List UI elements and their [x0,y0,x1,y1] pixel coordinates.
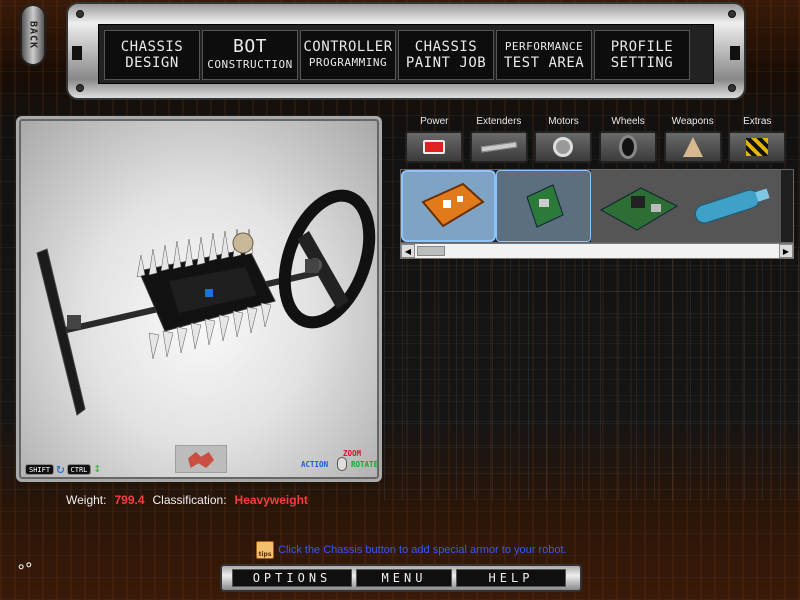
extender-icon [469,131,528,163]
shift-key: SHIFT [25,463,55,475]
tab-label-line2: DESIGN [125,55,179,71]
options-button[interactable]: OPTIONS [232,569,352,587]
power-icon [405,131,464,163]
classification-value: Heavyweight [234,493,308,507]
parts-scrollbar[interactable]: ◀ ▶ [400,243,794,259]
ctrl-key: CTRL [66,463,92,475]
tab-label-line2: TEST AREA [503,55,585,71]
back-button[interactable]: BACK [20,4,46,66]
clip-decoration [72,46,82,60]
tab-label-line1: CHASSIS [414,39,478,55]
bolt-icon [728,84,736,92]
circuit-board-small-icon [526,184,564,228]
category-label: Extras [743,116,772,127]
parts-list [400,169,794,243]
left-wheel [36,248,86,416]
classification-label: Classification: [152,493,227,507]
category-extenders[interactable]: Extenders [467,115,532,163]
extras-icon [728,131,787,163]
tab-label-line2: CONSTRUCTION [207,58,293,71]
tab-label-line1: PROFILE [610,39,674,55]
category-power[interactable]: Power [402,115,467,163]
tab-label-line1: PERFORMANCE [504,40,584,53]
wheel-icon [599,131,658,163]
tab-bot-construction[interactable]: BOT CONSTRUCTION [202,30,298,80]
tab-label-line1: CHASSIS [120,39,184,55]
armor-preview-thumbnail[interactable] [175,445,227,473]
scroll-thumb[interactable] [417,246,445,256]
action-label: ACTION [301,460,329,469]
chassis-orange-icon [421,182,485,228]
tip-bar: tips Click the Chassis button to add spe… [256,541,567,559]
category-wheels[interactable]: Wheels [596,115,661,163]
up-arrow-icon: ↕ [93,461,102,476]
part-category-bar: Power Extenders Motors Wheels Weapons Ex… [402,115,790,163]
rotate-controls-hint: SHIFT ↻ CTRL ↕ [25,461,102,477]
tab-label-line1: BOT [232,36,267,57]
tab-label-line2: PAINT JOB [405,55,487,71]
wheel-spoke [297,231,349,309]
rotate-label: ROTATE [351,460,379,469]
chassis-light [205,289,213,297]
help-button[interactable]: HELP [456,569,566,587]
zoom-label: ZOOM [343,449,362,458]
bolt-icon [76,10,84,18]
rotate-icon: ↻ [56,461,65,477]
tab-label-line2: PROGRAMMING [308,56,388,69]
weapon-icon [663,131,722,163]
circuit-board-large-icon [599,187,679,231]
battery-cylinder-icon [694,188,770,224]
robot-viewport[interactable]: SHIFT ↻ CTRL ↕ ZOOM ACTION ROTATE [16,116,382,482]
tab-label-line1: CONTROLLER [303,39,393,55]
part-item[interactable] [401,170,496,242]
part-item[interactable] [496,170,591,242]
robot-stats: Weight: 799.4 Classification: Heavyweigh… [66,493,308,507]
category-label: Wheels [611,116,645,127]
tab-performance-test-area[interactable]: PERFORMANCE TEST AREA [496,30,592,80]
scroll-left-button[interactable]: ◀ [401,244,415,258]
category-label: Weapons [671,116,714,127]
nav-tabs: CHASSIS DESIGN BOT CONSTRUCTION CONTROLL… [104,30,690,80]
tab-chassis-paint-job[interactable]: CHASSIS PAINT JOB [398,30,494,80]
mouse-icon [337,457,347,471]
tab-controller-programming[interactable]: CONTROLLER PROGRAMMING [300,30,396,80]
joint [67,315,81,329]
category-label: Motors [548,116,579,127]
category-extras[interactable]: Extras [725,115,790,163]
gear [232,232,254,254]
tab-label-line2: SETTING [610,55,674,71]
motor-icon [534,131,593,163]
back-button-label: BACK [27,20,39,50]
bottom-menu-bar: OPTIONS MENU HELP [220,564,582,592]
tip-text: Click the Chassis button to add special … [278,544,567,556]
tab-chassis-design[interactable]: CHASSIS DESIGN [104,30,200,80]
mouse-legend: ZOOM ACTION ROTATE [301,449,381,471]
part-item[interactable] [591,170,686,242]
menu-button[interactable]: MENU [356,569,452,587]
weight-value: 799.4 [114,493,145,507]
part-item[interactable] [686,170,781,242]
scroll-track[interactable] [415,244,779,258]
joint [305,259,319,273]
weight-label: Weight: [66,493,107,507]
bolt-icon [76,84,84,92]
bolt-icon [728,10,736,18]
circuit-decoration [384,250,800,500]
category-weapons[interactable]: Weapons [660,115,725,163]
robot-model [36,189,376,416]
tab-profile-setting[interactable]: PROFILE SETTING [594,30,690,80]
category-label: Extenders [476,116,522,127]
scroll-right-button[interactable]: ▶ [779,244,793,258]
tips-icon: tips [256,541,274,559]
clip-decoration [730,46,740,60]
category-motors[interactable]: Motors [531,115,596,163]
category-label: Power [420,116,449,127]
